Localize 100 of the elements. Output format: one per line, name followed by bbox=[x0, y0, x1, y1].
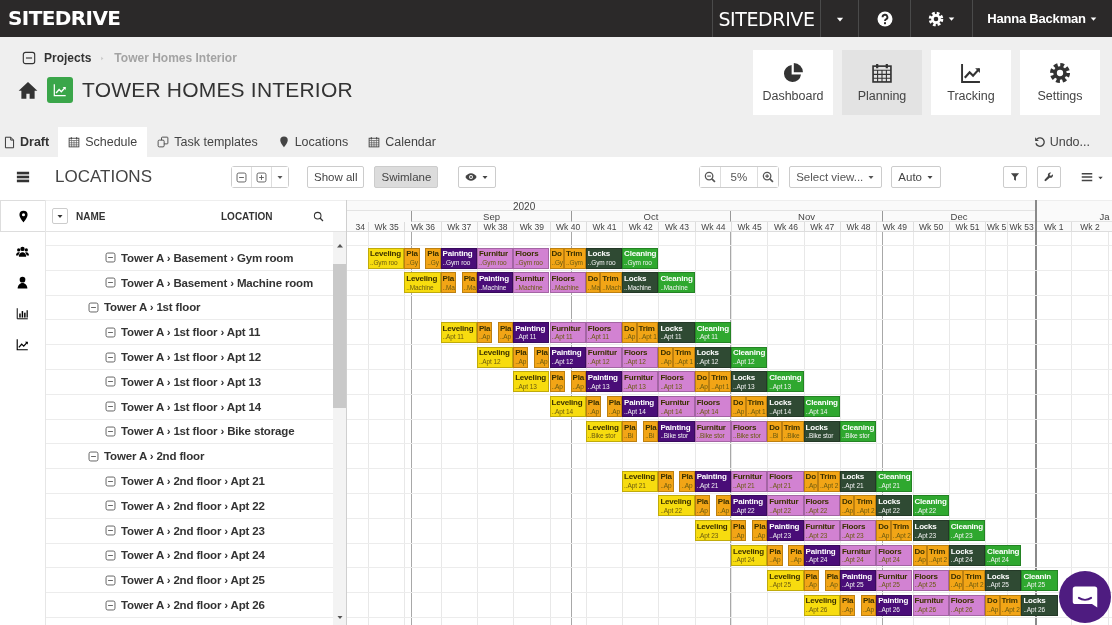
task-name: Pla bbox=[790, 546, 802, 557]
nav-card[interactable]: Planning bbox=[842, 50, 922, 115]
task-name: Floors bbox=[769, 472, 794, 482]
collapse-icon[interactable] bbox=[105, 351, 116, 363]
collapse-icon[interactable] bbox=[105, 326, 116, 338]
location-name[interactable]: Tower A › 1st floor › Apt 12 bbox=[121, 351, 261, 364]
task-name: Furnitur bbox=[878, 571, 909, 582]
caret-icon bbox=[481, 173, 490, 181]
location-name[interactable]: Tower A › 2nd floor › Apt 23 bbox=[121, 524, 265, 537]
undo-button[interactable]: Undo... bbox=[1033, 127, 1090, 157]
plus-square-icon bbox=[256, 171, 267, 183]
collapse-icon[interactable] bbox=[105, 376, 116, 388]
filter-button[interactable] bbox=[1003, 166, 1027, 188]
location-name[interactable]: Tower A › 2nd floor › Apt 22 bbox=[121, 499, 265, 512]
task-name: Painting bbox=[624, 398, 656, 408]
task-name: Painting bbox=[841, 571, 873, 582]
tab[interactable]: Locations bbox=[267, 127, 359, 157]
week-label: Wk 39 bbox=[513, 222, 550, 232]
location-name[interactable]: Tower A › 2nd floor › Apt 26 bbox=[121, 599, 265, 612]
view-select[interactable]: Select view... bbox=[789, 166, 883, 188]
project-title: TOWER HOMES INTERIOR bbox=[82, 78, 353, 102]
collapse-icon[interactable] bbox=[105, 475, 116, 487]
home-icon[interactable] bbox=[18, 80, 38, 100]
search-icon[interactable] bbox=[313, 210, 324, 222]
week-label: Wk 46 bbox=[767, 222, 804, 232]
task-name: Leveling bbox=[406, 274, 439, 284]
task-name: Leveling bbox=[660, 497, 693, 507]
collapse-icon[interactable] bbox=[88, 302, 99, 313]
tools-button[interactable] bbox=[1037, 166, 1061, 188]
location-name[interactable]: Tower A › 1st floor › Apt 13 bbox=[121, 375, 261, 388]
collapse-icon[interactable] bbox=[105, 401, 116, 413]
task-name: Leveling bbox=[515, 373, 548, 383]
task-name: Do bbox=[660, 348, 671, 358]
task-name: Trim bbox=[965, 571, 983, 582]
task-name: Pla bbox=[805, 571, 817, 582]
task-name: Floors bbox=[515, 249, 540, 259]
task-name: Leveling bbox=[442, 323, 475, 334]
task-name: Painting bbox=[442, 249, 474, 259]
week-label: 34 bbox=[347, 222, 368, 232]
location-name[interactable]: Tower A › 1st floor bbox=[104, 301, 201, 314]
task-name: Pla bbox=[754, 522, 766, 532]
location-name[interactable]: Tower A › 1st floor › Bike storage bbox=[121, 425, 295, 438]
collapse-icon[interactable] bbox=[105, 549, 116, 561]
tab[interactable]: Task templates bbox=[147, 127, 268, 157]
location-name[interactable]: Tower A › Basement › Machine room bbox=[121, 276, 314, 289]
breadcrumb-link[interactable]: Projects bbox=[44, 51, 92, 65]
task-name: Floors bbox=[660, 373, 685, 383]
task-name: Floors bbox=[841, 522, 867, 532]
scrollbar-thumb[interactable] bbox=[333, 264, 346, 408]
task-name: Do bbox=[769, 422, 780, 433]
location-name[interactable]: Tower A › 2nd floor › Apt 21 bbox=[121, 475, 265, 488]
task-name: Painting bbox=[878, 596, 910, 606]
nav-card[interactable]: Tracking bbox=[931, 50, 1011, 115]
task-name: Locks bbox=[587, 249, 611, 259]
location-name[interactable]: Tower A › 1st floor › Apt 11 bbox=[121, 326, 261, 339]
swimlane-button[interactable]: Swimlane bbox=[374, 166, 439, 188]
scrollbar[interactable] bbox=[333, 232, 346, 625]
task-name: Locks bbox=[878, 497, 902, 507]
location-name[interactable]: Tower A › 2nd floor › Apt 24 bbox=[121, 549, 265, 562]
task-name: Pla bbox=[587, 398, 600, 408]
task-name: Painting bbox=[733, 497, 764, 507]
tab[interactable]: Calendar bbox=[358, 127, 446, 157]
task-name: Pla bbox=[478, 323, 491, 334]
caret-icon bbox=[1088, 14, 1098, 23]
location-name[interactable]: Tower A › 1st floor › Apt 14 bbox=[121, 400, 261, 413]
show-all-button[interactable]: Show all bbox=[307, 166, 365, 188]
column-menu-button[interactable] bbox=[52, 208, 68, 224]
nav-card[interactable]: Settings bbox=[1020, 50, 1100, 115]
nav-card[interactable]: Dashboard bbox=[753, 50, 833, 115]
scroll-down-icon bbox=[335, 613, 344, 621]
task-name: Do bbox=[624, 323, 635, 334]
collapse-icon[interactable] bbox=[105, 500, 116, 512]
zoom-in-button[interactable] bbox=[757, 167, 779, 187]
collapse-icon[interactable] bbox=[88, 450, 99, 462]
task-name: Painting bbox=[696, 472, 728, 482]
collapse-icon[interactable] bbox=[105, 525, 116, 537]
task-name: Trim bbox=[820, 472, 838, 482]
location-name[interactable]: Tower A › 2nd floor bbox=[104, 450, 205, 463]
collapse-icon[interactable] bbox=[105, 425, 116, 437]
location-name[interactable]: Tower A › Basement › Gym room bbox=[121, 251, 294, 264]
task-name: Pla bbox=[681, 472, 693, 482]
task-name: Pla bbox=[769, 546, 781, 557]
task-name: Do bbox=[987, 596, 998, 606]
collapse-icon[interactable] bbox=[105, 252, 116, 264]
visibility-dropdown[interactable] bbox=[458, 166, 497, 188]
settings-icon bbox=[1049, 62, 1071, 84]
line-chart-icon bbox=[16, 337, 29, 351]
task-name: Furnitur bbox=[841, 546, 872, 557]
mode-select[interactable]: Auto bbox=[891, 166, 941, 188]
tab[interactable]: Schedule bbox=[58, 127, 148, 157]
sidebar-toggle-icon[interactable] bbox=[15, 170, 30, 184]
collapse-icon[interactable] bbox=[22, 51, 36, 65]
sidebar-tab[interactable] bbox=[0, 200, 45, 232]
collapse-icon[interactable] bbox=[105, 574, 116, 586]
collapse-icon[interactable] bbox=[105, 277, 116, 289]
month-label: Dec bbox=[882, 211, 1035, 222]
collapse-icon[interactable] bbox=[105, 599, 116, 611]
location-name[interactable]: Tower A › 2nd floor › Apt 25 bbox=[121, 574, 265, 587]
task-name: Locks bbox=[950, 546, 974, 557]
task-name: Floors bbox=[805, 497, 830, 507]
